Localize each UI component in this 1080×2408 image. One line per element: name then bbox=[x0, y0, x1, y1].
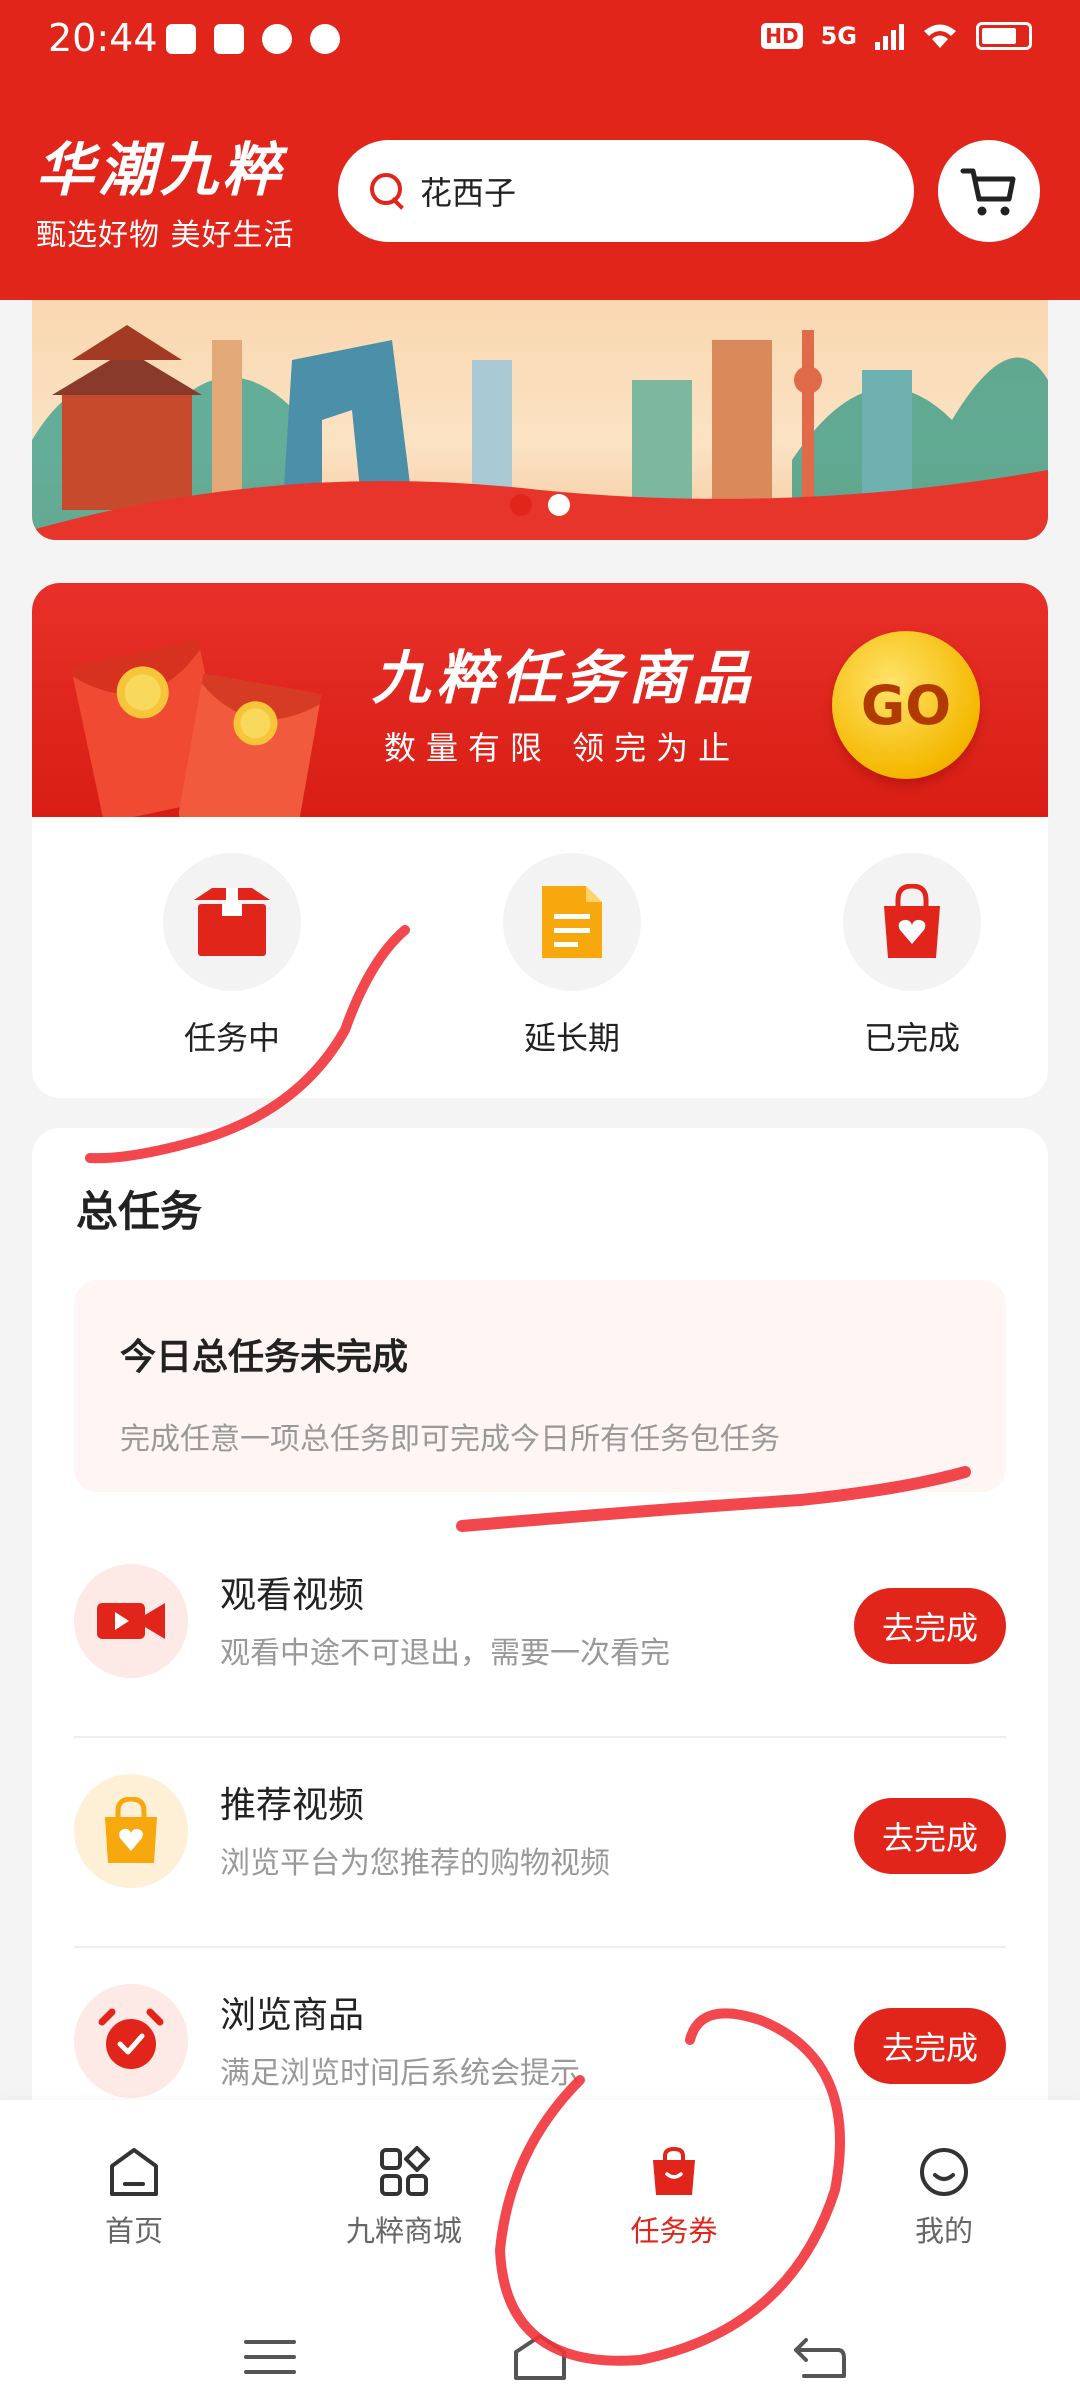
cart-icon bbox=[960, 168, 1016, 216]
home-icon bbox=[106, 2144, 162, 2200]
tab-label: 任务中 bbox=[183, 1019, 280, 1057]
nav-item-task-coupon[interactable]: 任务券 bbox=[574, 2144, 774, 2250]
task-description: 观看中途不可退出，需要一次看完 bbox=[220, 1636, 670, 1671]
app-header: 20:44 HD 5G 华潮九粹 甄选好物 美好生活 花西子 bbox=[0, 0, 1080, 300]
nav-label: 九粹商城 bbox=[345, 2214, 462, 2248]
wifi-icon bbox=[924, 24, 956, 48]
tab-label: 已完成 bbox=[863, 1019, 960, 1057]
tab-label: 延长期 bbox=[523, 1019, 620, 1057]
smile-icon bbox=[916, 2144, 972, 2200]
go-complete-button[interactable]: 去完成 bbox=[854, 2008, 1006, 2084]
bottom-nav: 首页 九粹商城 任务券 我的 bbox=[0, 2100, 1080, 2300]
nav-item-mall[interactable]: 九粹商城 bbox=[304, 2144, 504, 2250]
signal-icon bbox=[875, 22, 904, 50]
task-goods-subtitle: 数量有限 领完为止 bbox=[384, 729, 741, 767]
notice-description: 完成任意一项总任务即可完成今日所有任务包任务 bbox=[120, 1422, 780, 1457]
nav-label: 任务券 bbox=[630, 2214, 718, 2248]
document-icon bbox=[503, 853, 641, 991]
network-type: 5G bbox=[820, 22, 857, 50]
shopping-bag-icon bbox=[74, 1774, 188, 1888]
carousel-indicator bbox=[32, 494, 1048, 516]
nav-item-profile[interactable]: 我的 bbox=[844, 2144, 1044, 2250]
promo-banner[interactable] bbox=[32, 300, 1048, 540]
video-camera-icon bbox=[74, 1564, 188, 1678]
search-bar[interactable]: 花西子 bbox=[338, 140, 914, 242]
task-goods-banner[interactable]: 九粹任务商品 数量有限 领完为止 GO bbox=[32, 583, 1048, 817]
tab-completed[interactable]: 已完成 bbox=[812, 853, 1012, 1059]
status-time: 20:44 bbox=[48, 16, 158, 60]
system-nav-bar bbox=[0, 2300, 1080, 2408]
go-complete-button[interactable]: 去完成 bbox=[854, 1798, 1006, 1874]
qq-icon bbox=[310, 24, 340, 54]
nav-label: 首页 bbox=[104, 2214, 163, 2248]
task-description: 浏览平台为您推荐的购物视频 bbox=[220, 1846, 610, 1881]
red-envelope-icon bbox=[70, 639, 322, 817]
menu-icon[interactable] bbox=[240, 2332, 300, 2382]
battery-icon bbox=[976, 22, 1032, 50]
tab-in-progress[interactable]: 任务中 bbox=[132, 853, 332, 1059]
task-item-watch-video: 观看视频 观看中途不可退出，需要一次看完 去完成 bbox=[74, 1528, 1006, 1738]
grid-icon bbox=[376, 2144, 432, 2200]
brand-subtitle: 甄选好物 美好生活 bbox=[36, 218, 295, 253]
task-title: 观看视频 bbox=[220, 1575, 365, 1616]
brand-title: 华潮九粹 bbox=[36, 136, 285, 204]
carousel-dot[interactable] bbox=[510, 494, 532, 516]
main-task-section: 总任务 今日总任务未完成 完成任意一项总任务即可完成今日所有任务包任务 观看视频… bbox=[32, 1128, 1048, 2128]
task-title: 推荐视频 bbox=[220, 1785, 365, 1826]
brand-logo: 华潮九粹 甄选好物 美好生活 bbox=[36, 140, 295, 254]
notification-icons bbox=[166, 24, 340, 54]
task-status-notice: 今日总任务未完成 完成任意一项总任务即可完成今日所有任务包任务 bbox=[74, 1280, 1006, 1492]
carousel-dot-active[interactable] bbox=[548, 494, 570, 516]
heart-bag-icon bbox=[843, 853, 981, 991]
task-title: 浏览商品 bbox=[220, 1995, 365, 2036]
nav-item-home[interactable]: 首页 bbox=[34, 2144, 234, 2250]
system-status-icons: HD 5G bbox=[761, 22, 1032, 50]
home-nav-icon[interactable] bbox=[510, 2332, 570, 2382]
task-item-recommended-video: 推荐视频 浏览平台为您推荐的购物视频 去完成 bbox=[74, 1738, 1006, 1948]
status-bar: 20:44 HD 5G bbox=[0, 0, 1080, 80]
tab-extended[interactable]: 延长期 bbox=[472, 853, 672, 1059]
task-description: 满足浏览时间后系统会提示 bbox=[220, 2056, 580, 2091]
back-icon[interactable] bbox=[790, 2332, 850, 2382]
task-status-tabs: 任务中 延长期 已完成 bbox=[32, 817, 1048, 1098]
app-notification-icon bbox=[166, 24, 196, 54]
check-icon bbox=[262, 24, 292, 54]
section-title: 总任务 bbox=[76, 1187, 203, 1236]
nav-label: 我的 bbox=[914, 2214, 973, 2248]
cart-button[interactable] bbox=[938, 140, 1040, 242]
bag-icon bbox=[646, 2144, 702, 2200]
task-goods-card: 九粹任务商品 数量有限 领完为止 GO 任务中 延长期 已完成 bbox=[32, 583, 1048, 1098]
hd-badge: HD bbox=[761, 23, 803, 49]
notice-title: 今日总任务未完成 bbox=[120, 1337, 409, 1378]
search-icon bbox=[368, 171, 408, 211]
box-icon bbox=[163, 853, 301, 991]
alipay-icon bbox=[214, 24, 244, 54]
go-complete-button[interactable]: 去完成 bbox=[854, 1588, 1006, 1664]
search-input[interactable]: 花西子 bbox=[420, 168, 516, 214]
task-goods-title: 九粹任务商品 bbox=[372, 644, 757, 712]
alarm-clock-icon bbox=[74, 1984, 188, 2098]
go-button[interactable]: GO bbox=[832, 631, 980, 779]
